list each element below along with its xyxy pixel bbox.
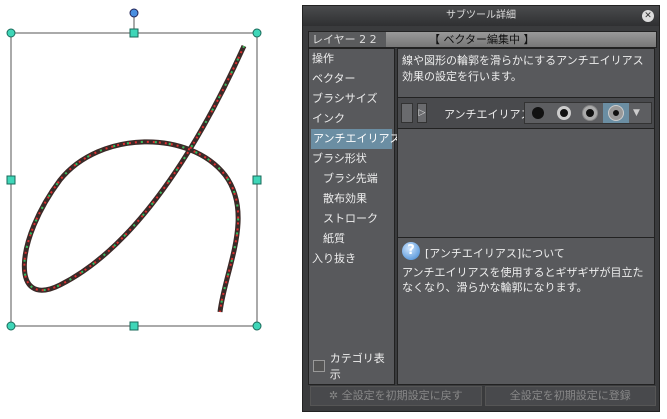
expand-icon[interactable]: ▷ — [417, 103, 427, 123]
sidebar-item[interactable]: ベクター — [309, 69, 394, 89]
sidebar-item[interactable]: インク — [309, 109, 394, 129]
antialias-medium-button[interactable] — [577, 103, 603, 123]
help-question-icon: ? — [402, 242, 420, 260]
bounding-box — [10, 32, 258, 327]
show-in-tool-property-toggle[interactable] — [401, 103, 413, 123]
sidebar-item[interactable]: 散布効果 — [309, 189, 394, 209]
help-title: [アンチエイリアス]について — [425, 247, 565, 260]
antialias-selector[interactable]: ▼ — [524, 102, 652, 124]
resize-handle[interactable] — [252, 28, 262, 38]
sidebar-item[interactable]: 紙質 — [309, 229, 394, 249]
sidebar-item[interactable]: ブラシ形状 — [309, 149, 394, 169]
sidebar-item[interactable]: ブラシ先端 — [309, 169, 394, 189]
resize-handle[interactable] — [129, 28, 139, 38]
category-description: 線や図形の輪郭を滑らかにするアンチエイリアス効果の設定を行います。 — [402, 54, 644, 83]
rotate-handle[interactable] — [129, 8, 139, 18]
subtool-detail-panel: サブツール詳細 ✕ レイヤー 2 2 2 【 ベクター編集中 】 操作ベクターブ… — [302, 5, 660, 412]
sidebar-item[interactable]: アンチエイリアス — [311, 129, 401, 149]
settings-empty-area — [398, 129, 654, 238]
close-icon[interactable]: ✕ — [642, 10, 654, 22]
sidebar-item[interactable]: 操作 — [309, 49, 394, 69]
checkbox[interactable] — [313, 360, 325, 372]
sidebar-item[interactable]: 入り抜き — [309, 249, 394, 269]
help-body: アンチエイリアスを使用するとギザギザが目立たなくなり、滑らかな輪郭になります。 — [402, 266, 644, 294]
sidebar-item[interactable]: ストローク — [309, 209, 394, 229]
category-display-checkbox[interactable]: カテゴリ表示 — [313, 350, 394, 382]
category-display-label: カテゴリ表示 — [329, 352, 385, 381]
resize-handle[interactable] — [6, 175, 16, 185]
edit-mode-label: 【 ベクター編集中 】 — [429, 33, 535, 46]
antialias-weak-button[interactable] — [551, 103, 577, 123]
antialias-strong-button[interactable] — [603, 103, 629, 123]
reset-all-settings-button[interactable]: ✲ 全設定を初期設定に戻す — [310, 386, 482, 406]
vector-canvas[interactable] — [0, 0, 300, 419]
vector-stroke[interactable] — [21, 44, 247, 313]
layer-bar: レイヤー 2 2 2 【 ベクター編集中 】 — [308, 31, 657, 61]
resize-handle[interactable] — [6, 321, 16, 331]
vector-points — [23, 45, 245, 313]
resize-handle[interactable] — [252, 175, 262, 185]
setting-row-antialias: ▷ アンチエイリアス ▼ — [398, 97, 654, 129]
antialias-none-button[interactable] — [525, 103, 551, 123]
layer-name: レイヤー 2 2 2 — [309, 32, 386, 61]
reset-icon: ✲ — [328, 389, 342, 402]
resize-handle[interactable] — [129, 321, 139, 331]
settings-content: 線や図形の輪郭を滑らかにするアンチエイリアス効果の設定を行います。 ▷ アンチエ… — [397, 48, 655, 385]
dropdown-arrow-icon[interactable]: ▼ — [629, 108, 640, 118]
vector-control-points — [23, 45, 245, 313]
register-all-settings-button[interactable]: 全設定を初期設定に登録 — [484, 386, 656, 406]
sidebar-item[interactable]: ブラシサイズ — [309, 89, 394, 109]
reset-button-label: 全設定を初期設定に戻す — [341, 389, 463, 402]
panel-title: サブツール詳細 — [303, 6, 659, 26]
help-section: ? [アンチエイリアス]について アンチエイリアスを使用するとギザギザが目立たな… — [398, 239, 654, 384]
setting-label: アンチエイリアス — [444, 108, 532, 121]
category-list: 操作 ベクター ブラシサイズ インク アンチエイリアス ブラシ形状 ブラシ先端 散布効果 ストロ… — [308, 48, 401, 385]
resize-handle[interactable] — [6, 28, 16, 38]
resize-handle[interactable] — [252, 321, 262, 331]
